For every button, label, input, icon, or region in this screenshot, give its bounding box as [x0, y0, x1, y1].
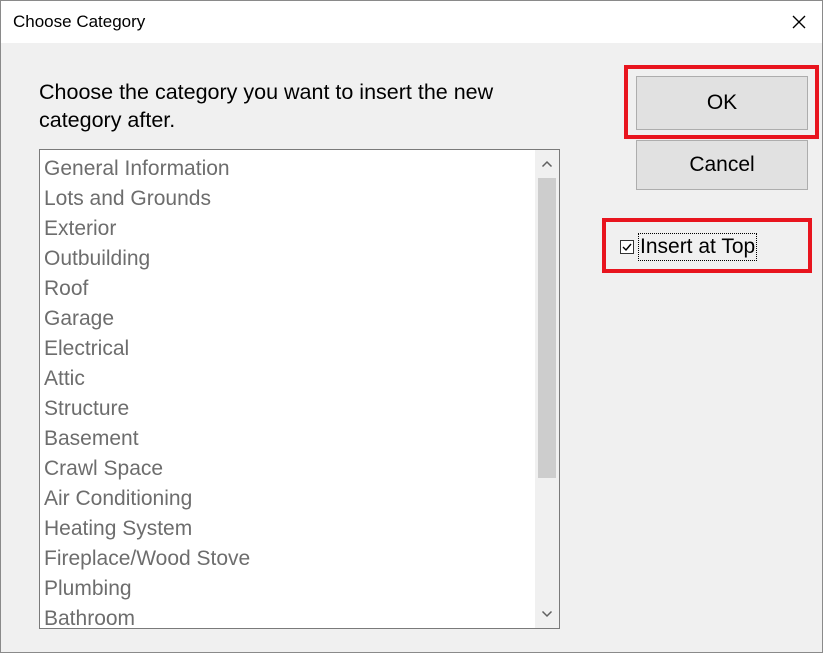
scroll-up-button[interactable]	[535, 152, 559, 176]
choose-category-dialog: Choose Category Choose the category you …	[0, 0, 823, 653]
category-list: General Information Lots and Grounds Exter…	[40, 154, 530, 628]
instruction-text: Choose the category you want to insert t…	[39, 80, 494, 132]
list-item[interactable]: Basement	[40, 424, 530, 454]
close-icon	[792, 15, 806, 29]
list-item[interactable]: Garage	[40, 304, 530, 334]
scroll-down-button[interactable]	[535, 602, 559, 626]
list-item[interactable]: Bathroom	[40, 604, 530, 628]
list-item[interactable]: General Information	[40, 154, 530, 184]
cancel-button[interactable]: Cancel	[636, 140, 808, 190]
list-item[interactable]: Heating System	[40, 514, 530, 544]
list-item[interactable]: Fireplace/Wood Stove	[40, 544, 530, 574]
category-listbox[interactable]: General Information Lots and Grounds Exter…	[39, 149, 560, 629]
checkbox-box[interactable]	[620, 240, 634, 254]
chevron-up-icon	[541, 160, 553, 168]
list-item[interactable]: Plumbing	[40, 574, 530, 604]
list-item[interactable]: Exterior	[40, 214, 530, 244]
list-item[interactable]: Roof	[40, 274, 530, 304]
checkmark-icon	[622, 243, 632, 252]
list-item[interactable]: Attic	[40, 364, 530, 394]
list-item[interactable]: Structure	[40, 394, 530, 424]
list-item[interactable]: Outbuilding	[40, 244, 530, 274]
list-item[interactable]: Air Conditioning	[40, 484, 530, 514]
title-bar: Choose Category	[1, 1, 822, 43]
list-item[interactable]: Electrical	[40, 334, 530, 364]
list-item[interactable]: Lots and Grounds	[40, 184, 530, 214]
chevron-down-icon	[541, 610, 553, 618]
ok-button[interactable]: OK	[636, 76, 808, 130]
dialog-title: Choose Category	[13, 12, 146, 31]
list-item[interactable]: Crawl Space	[40, 454, 530, 484]
scroll-thumb[interactable]	[538, 178, 556, 478]
insert-at-top-checkbox[interactable]: Insert at Top	[620, 232, 758, 262]
checkbox-label: Insert at Top	[638, 233, 758, 261]
close-button[interactable]	[776, 1, 822, 43]
vertical-scrollbar[interactable]	[535, 150, 559, 628]
